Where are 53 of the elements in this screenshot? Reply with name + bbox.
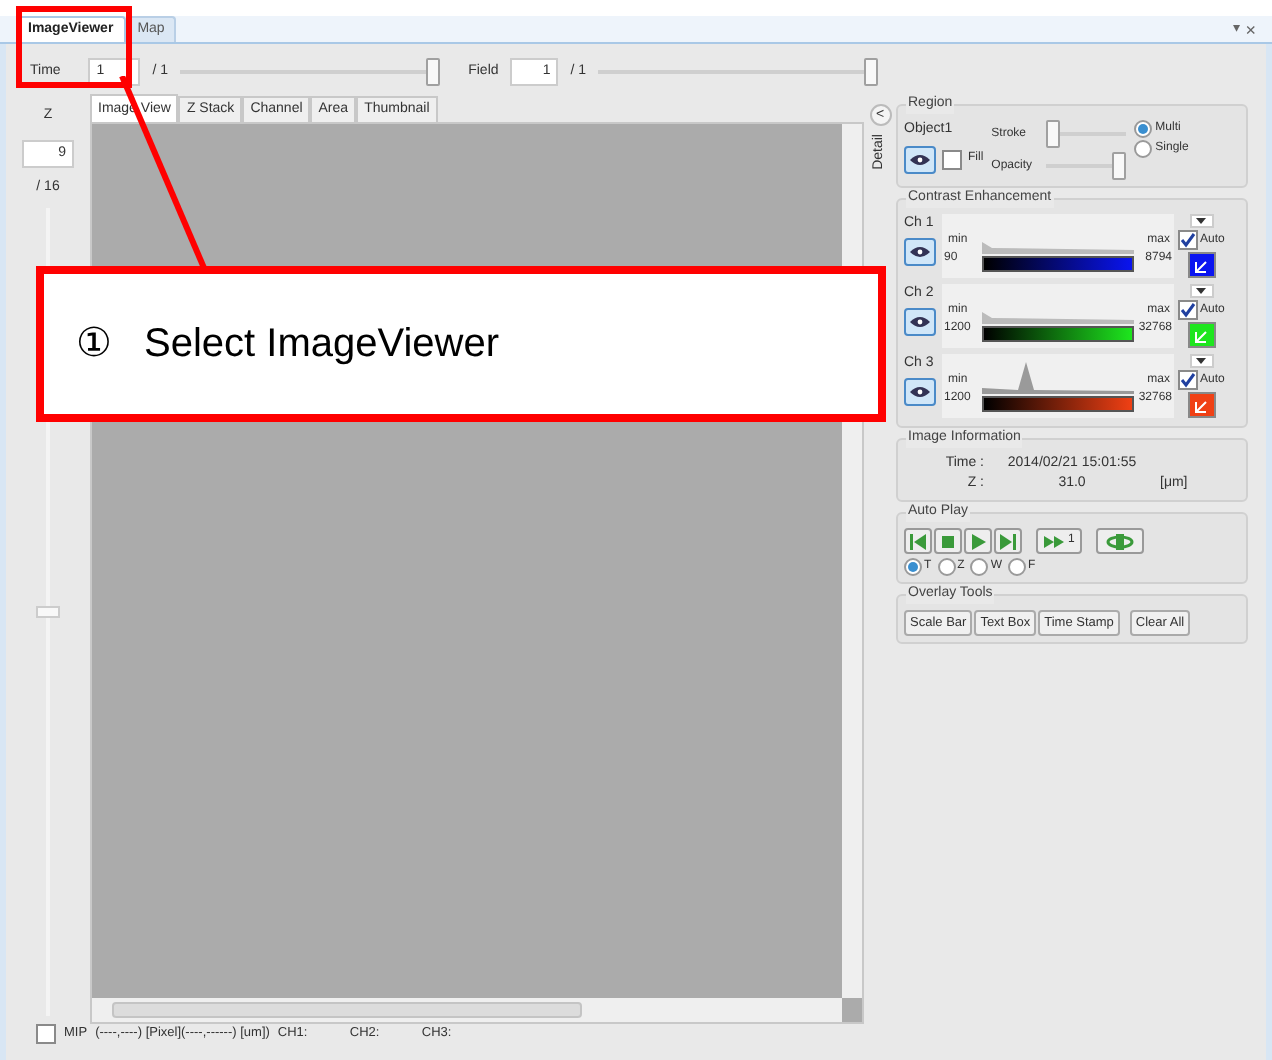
eye-button[interactable] [904, 377, 936, 405]
slider[interactable] [1045, 152, 1126, 180]
radio-button[interactable] [904, 558, 922, 576]
horizontal-scrollbar[interactable] [92, 998, 842, 1022]
loop-button[interactable] [1096, 528, 1145, 554]
play-icon [970, 533, 986, 549]
eye-button[interactable] [904, 145, 936, 173]
radio-button[interactable] [1008, 558, 1027, 576]
eye-button[interactable] [904, 237, 936, 265]
caret-icon [1196, 288, 1207, 294]
checkbox[interactable] [1178, 370, 1198, 390]
checkbox[interactable] [1178, 230, 1198, 250]
highlight-frame [16, 6, 132, 88]
channel-color-swatch[interactable] [1187, 392, 1216, 418]
callout-text: Select ImageViewer [144, 320, 499, 370]
radio-button[interactable] [937, 558, 956, 576]
first-icon [910, 533, 926, 549]
eye-button[interactable] [904, 307, 936, 335]
eye-icon [910, 245, 930, 257]
stop-icon [940, 533, 956, 549]
checkbox[interactable] [36, 1024, 56, 1044]
radio-button[interactable] [970, 558, 989, 576]
caret-icon [1196, 218, 1207, 224]
slider-thumb[interactable] [426, 58, 441, 86]
first-button[interactable] [904, 528, 932, 554]
slider[interactable] [1045, 120, 1126, 148]
channel-color-swatch[interactable] [1187, 322, 1216, 348]
stop-button[interactable] [934, 528, 962, 554]
caret-icon [1196, 358, 1207, 364]
dropdown-button[interactable] [1189, 354, 1214, 368]
slider-thumb[interactable] [1045, 120, 1060, 148]
dropdown-button[interactable] [1189, 284, 1214, 298]
eye-icon [910, 153, 930, 165]
eye-icon [910, 385, 930, 397]
step-number: ① [76, 320, 112, 370]
slider-thumb[interactable] [1111, 152, 1126, 180]
close-icon[interactable]: × [1245, 18, 1256, 42]
last-button[interactable] [994, 528, 1022, 554]
slider-thumb[interactable] [864, 58, 879, 86]
last-icon [1000, 533, 1016, 549]
radio-button[interactable] [1133, 140, 1152, 158]
fast-forward-icon [1044, 535, 1064, 547]
checkbox[interactable] [1178, 300, 1198, 320]
loop-icon [1106, 533, 1135, 549]
slider[interactable] [598, 58, 879, 86]
checkbox[interactable] [942, 149, 962, 169]
dropdown-button[interactable] [1189, 214, 1214, 228]
channel-color-swatch[interactable] [1187, 252, 1216, 278]
radio-button[interactable] [1133, 120, 1152, 138]
play-button[interactable] [964, 528, 992, 554]
eye-icon [910, 315, 930, 327]
slider-thumb[interactable] [36, 606, 60, 618]
slider[interactable] [180, 58, 441, 86]
